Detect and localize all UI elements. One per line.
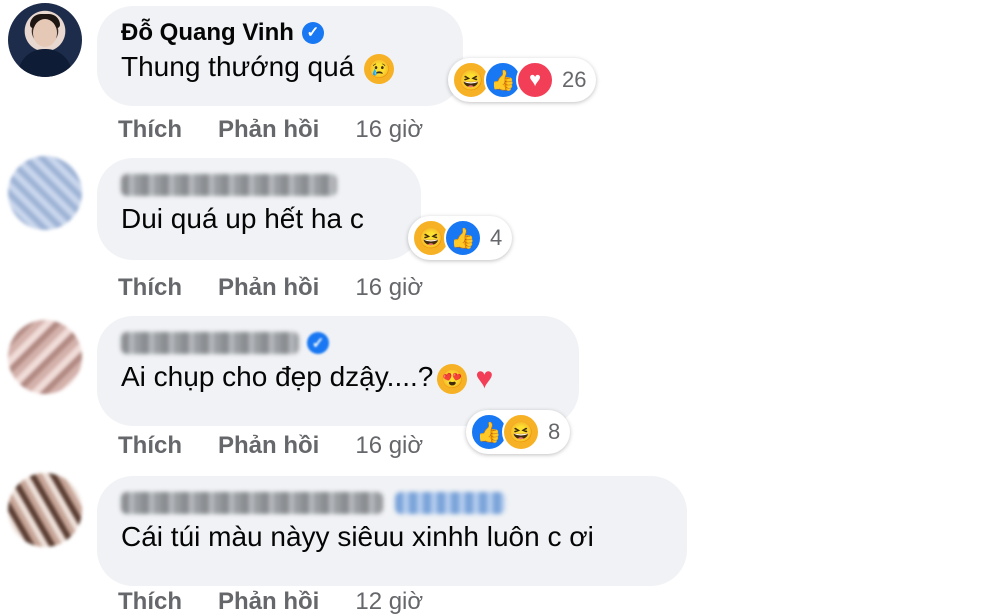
comment-actions: Thích Phản hồi 16 giờ <box>118 116 423 144</box>
comment-text: Cái túi màu nàyy siêuu xinhh luôn c ơi <box>121 521 594 552</box>
timestamp[interactable]: 16 giờ <box>355 116 423 144</box>
avatar-shirt <box>18 49 72 77</box>
reaction-count: 8 <box>548 419 561 444</box>
heart-eyes-emoji-icon: 😍 <box>437 363 468 394</box>
comment-author[interactable] <box>121 488 661 518</box>
timestamp[interactable]: 12 giờ <box>355 588 423 616</box>
comment-bubble: Cái túi màu nàyy siêuu xinhh luôn c ơi <box>97 476 687 586</box>
comment-text: Dui quá up hết ha c <box>121 203 364 234</box>
comment-actions: Thích Phản hồi 16 giờ <box>118 432 423 460</box>
reaction-count: 4 <box>490 225 503 250</box>
verified-badge-icon: ✓ <box>301 22 324 44</box>
reaction-summary[interactable]: 😆 👍 ♥ 26 <box>448 58 597 102</box>
avatar-face <box>33 19 57 47</box>
comment-actions: Thích Phản hồi 16 giờ <box>118 274 423 302</box>
reply-link[interactable]: Phản hồi <box>218 274 319 302</box>
comment-actions: Thích Phản hồi 12 giờ <box>118 588 423 616</box>
comment-bubble: Dui quá up hết ha c <box>97 158 421 260</box>
avatar[interactable] <box>8 156 82 230</box>
timestamp[interactable]: 16 giờ <box>355 274 423 302</box>
avatar[interactable] <box>8 473 82 547</box>
avatar[interactable] <box>8 3 82 77</box>
reply-link[interactable]: Phản hồi <box>218 432 319 460</box>
like-link[interactable]: Thích <box>118 588 182 616</box>
like-link[interactable]: Thích <box>118 274 182 302</box>
reaction-summary[interactable]: 👍 😆 8 <box>466 410 571 454</box>
blurred-author-name[interactable] <box>121 174 337 196</box>
red-heart-emoji-icon: ♥ <box>475 361 494 395</box>
blurred-author-tag[interactable] <box>395 492 505 514</box>
avatar[interactable] <box>8 320 82 394</box>
comment-text-content: Ai chụp cho đẹp dzậy....? <box>121 361 434 392</box>
comment-text-content: Thung thướng quá <box>121 51 355 82</box>
comment-author[interactable]: Đỗ Quang Vinh ✓ <box>121 18 437 48</box>
haha-reaction-icon: 😆 <box>502 413 540 451</box>
like-reaction-icon: 👍 <box>444 219 482 257</box>
timestamp[interactable]: 16 giờ <box>355 432 423 460</box>
blurred-author-name[interactable] <box>121 492 383 514</box>
reply-link[interactable]: Phản hồi <box>218 116 319 144</box>
like-link[interactable]: Thích <box>118 116 182 144</box>
love-reaction-icon: ♥ <box>516 61 554 99</box>
reaction-count: 26 <box>562 67 587 92</box>
like-link[interactable]: Thích <box>118 432 182 460</box>
comment-author[interactable]: ✓ <box>121 328 553 358</box>
sad-face-emoji-icon: 😢 <box>364 53 395 84</box>
reaction-summary[interactable]: 😆 👍 4 <box>408 216 513 260</box>
author-name[interactable]: Đỗ Quang Vinh <box>121 18 294 48</box>
blurred-author-name[interactable] <box>121 332 299 354</box>
comment-text: Thung thướng quá 😢 <box>121 48 437 86</box>
comment-text: Ai chụp cho đẹp dzậy....? 😍 ♥ <box>121 358 553 396</box>
verified-badge-icon: ✓ <box>307 332 329 354</box>
comment-bubble: Đỗ Quang Vinh ✓ Thung thướng quá 😢 <box>97 6 463 106</box>
reply-link[interactable]: Phản hồi <box>218 588 319 616</box>
